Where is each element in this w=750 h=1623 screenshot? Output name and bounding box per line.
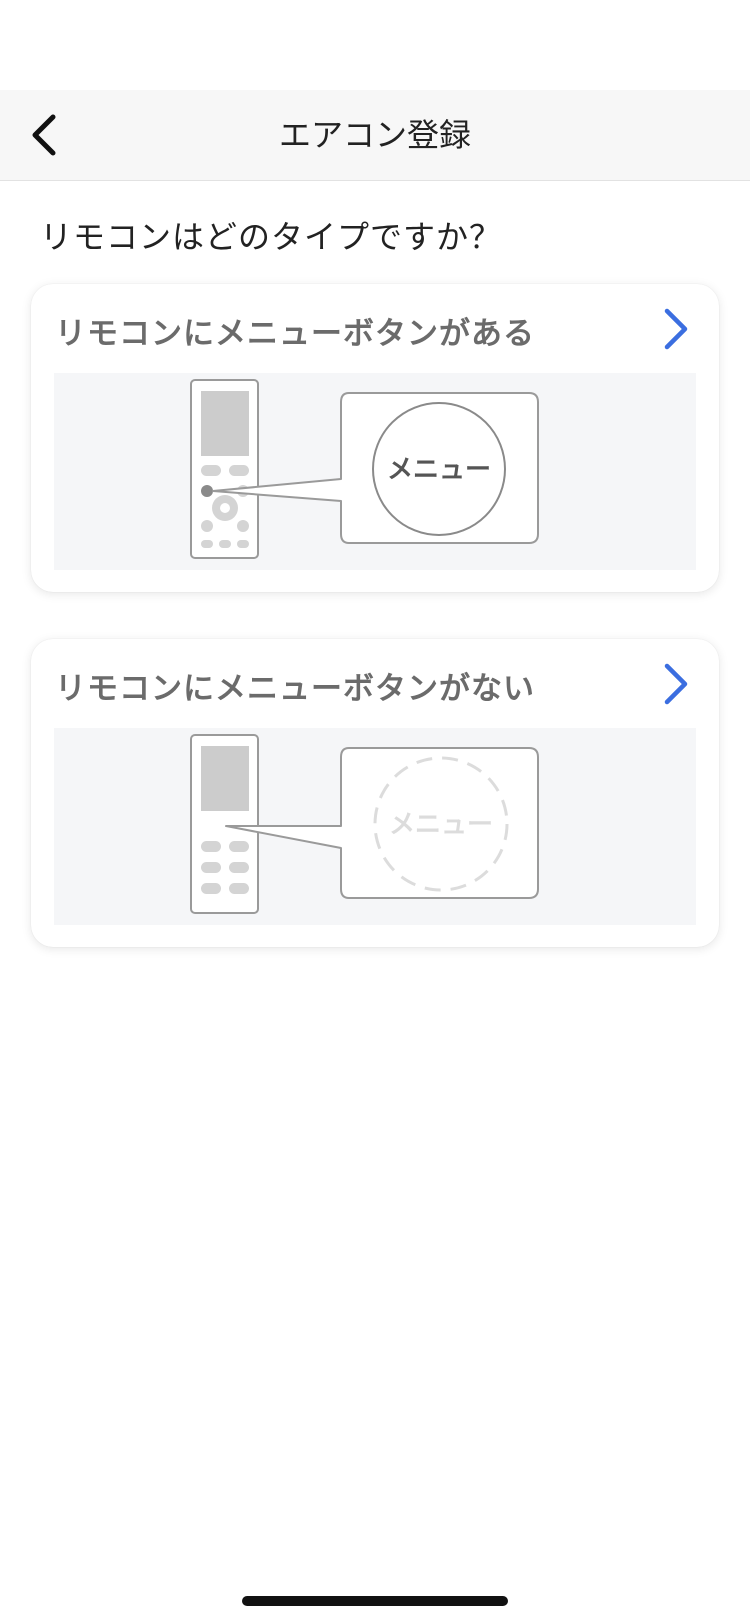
callout-bubble: メニュー xyxy=(212,392,539,544)
option-card-has-menu-button[interactable]: リモコンにメニューボタンがある メニュー xyxy=(31,284,719,592)
navigation-bar: エアコン登録 xyxy=(0,90,750,181)
remote-illustration-with-menu: メニュー xyxy=(54,373,696,570)
option-card-no-menu-button[interactable]: リモコンにメニューボタンがない メニュー xyxy=(31,639,719,947)
page-title: エアコン登録 xyxy=(278,116,471,154)
menu-label: メニュー xyxy=(387,455,491,485)
remote-control-drawing xyxy=(190,379,259,559)
back-button[interactable] xyxy=(14,105,74,165)
remote-control-drawing xyxy=(190,734,259,914)
home-indicator xyxy=(242,1596,508,1606)
option-title: リモコンにメニューボタンがある xyxy=(55,316,535,352)
chevron-left-icon xyxy=(32,114,56,156)
remote-illustration-without-menu: メニュー xyxy=(54,728,696,925)
status-bar xyxy=(0,0,750,90)
callout-bubble: メニュー xyxy=(225,747,539,899)
question-text: リモコンはどのタイプですか？ xyxy=(40,218,503,256)
chevron-right-icon xyxy=(664,663,688,705)
chevron-right-icon xyxy=(664,308,688,350)
menu-label: メニュー xyxy=(389,810,493,840)
option-title: リモコンにメニューボタンがない xyxy=(55,671,535,707)
